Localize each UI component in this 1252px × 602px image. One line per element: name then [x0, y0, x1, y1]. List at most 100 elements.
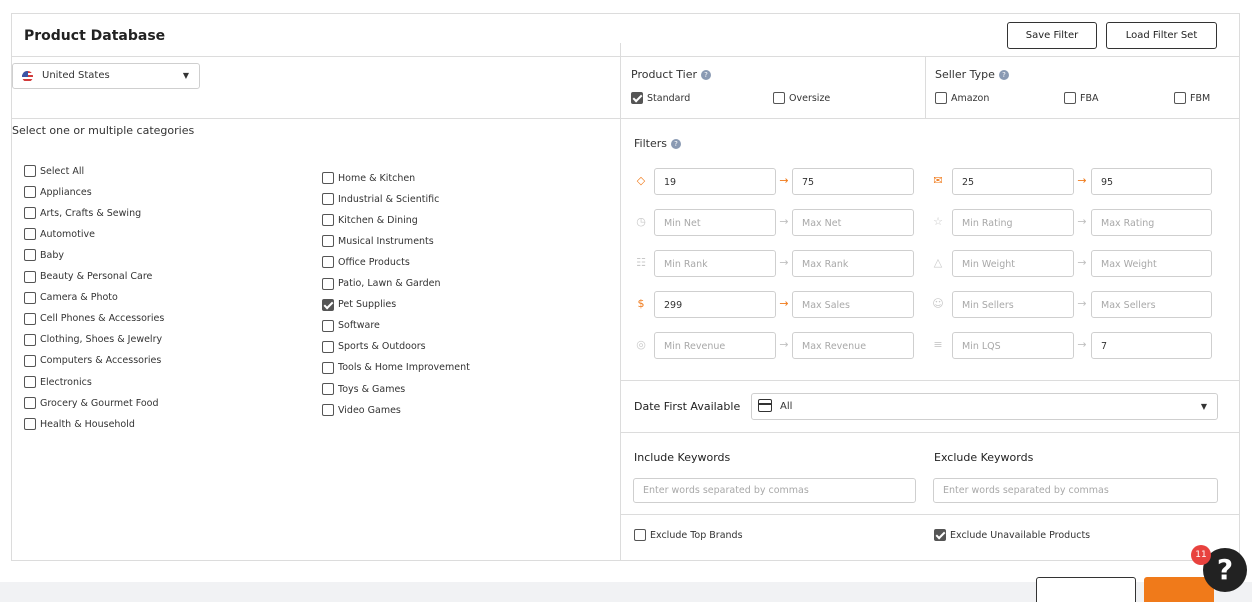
filter-min-input[interactable]: 299: [654, 291, 776, 318]
category-item[interactable]: Grocery & Gourmet Food: [24, 396, 158, 410]
filter-min-input[interactable]: 19: [654, 168, 776, 195]
filter-min-input[interactable]: Min Weight: [952, 250, 1074, 277]
checkbox[interactable]: [24, 418, 36, 431]
filter-max-input[interactable]: Max Net: [792, 209, 914, 236]
panel-header: Product Database Save Filter Load Filter…: [12, 14, 1239, 57]
checkbox[interactable]: [24, 397, 36, 410]
filter-min-input[interactable]: Min Sellers: [952, 291, 1074, 318]
help-icon[interactable]: ?: [670, 139, 681, 149]
checkbox[interactable]: [24, 186, 36, 199]
checkbox[interactable]: [24, 291, 36, 304]
checkbox[interactable]: [322, 298, 334, 311]
filter-max-input[interactable]: 75: [792, 168, 914, 195]
seller-amazon[interactable]: Amazon: [935, 91, 989, 105]
category-item[interactable]: Pet Supplies: [322, 298, 396, 312]
category-item[interactable]: Home & Kitchen: [322, 171, 415, 185]
checkbox[interactable]: [1174, 92, 1186, 104]
checkbox[interactable]: [634, 529, 646, 541]
category-item[interactable]: Kitchen & Dining: [322, 213, 418, 227]
checkbox-label: Musical Instruments: [338, 235, 434, 247]
category-item[interactable]: Video Games: [322, 403, 401, 417]
category-item[interactable]: Arts, Crafts & Sewing: [24, 206, 141, 220]
checkbox[interactable]: [322, 172, 334, 184]
checkbox[interactable]: [934, 529, 946, 541]
filter-min-input[interactable]: Min LQS: [952, 332, 1074, 359]
checkbox[interactable]: [773, 92, 785, 104]
checkbox[interactable]: [1064, 92, 1076, 104]
exclude-keywords-input[interactable]: [933, 478, 1218, 503]
checkbox[interactable]: [24, 376, 36, 388]
filter-max-input[interactable]: Max Revenue: [792, 332, 914, 359]
category-item[interactable]: Industrial & Scientific: [322, 192, 439, 206]
checkbox[interactable]: [24, 207, 36, 220]
divider-top: [12, 118, 1240, 119]
checkbox[interactable]: [24, 270, 36, 283]
seller-fbm[interactable]: FBM: [1174, 91, 1210, 105]
save-filter-button[interactable]: Save Filter: [1007, 22, 1097, 49]
checkbox[interactable]: [24, 354, 36, 367]
checkbox[interactable]: [322, 404, 334, 417]
category-item[interactable]: Tools & Home Improvement: [322, 361, 470, 375]
tier-oversize[interactable]: Oversize: [773, 91, 830, 105]
filter-max-input[interactable]: 7: [1091, 332, 1212, 359]
checkbox[interactable]: [24, 228, 36, 241]
date-first-available-select[interactable]: All ▼: [751, 393, 1218, 420]
category-item[interactable]: Appliances: [24, 185, 92, 199]
checkbox[interactable]: [24, 249, 36, 262]
category-item[interactable]: Health & Household: [24, 417, 135, 431]
checkbox[interactable]: [631, 92, 643, 104]
filter-max-input[interactable]: Max Weight: [1091, 250, 1212, 277]
filter-max-input[interactable]: Max Sales: [792, 291, 914, 318]
checkbox[interactable]: [24, 312, 36, 325]
checkbox[interactable]: [322, 214, 334, 227]
checkbox-label: Beauty & Personal Care: [40, 271, 153, 282]
checkbox[interactable]: [322, 340, 334, 353]
load-filter-set-button[interactable]: Load Filter Set: [1106, 22, 1217, 49]
category-item[interactable]: Clothing, Shoes & Jewelry: [24, 333, 162, 347]
filter-min-input[interactable]: Min Net: [654, 209, 776, 236]
category-item[interactable]: Computers & Accessories: [24, 354, 161, 368]
filter-max-input[interactable]: Max Rating: [1091, 209, 1212, 236]
category-item[interactable]: Camera & Photo: [24, 291, 118, 305]
filter-min-input[interactable]: Min Rating: [952, 209, 1074, 236]
category-item[interactable]: Select All: [24, 164, 84, 178]
checkbox[interactable]: [24, 333, 36, 346]
category-item[interactable]: Musical Instruments: [322, 234, 434, 248]
filter-max-input[interactable]: Max Sellers: [1091, 291, 1212, 318]
filter-min-input[interactable]: Min Revenue: [654, 332, 776, 359]
category-item[interactable]: Software: [322, 319, 380, 333]
category-item[interactable]: Electronics: [24, 375, 92, 389]
checkbox[interactable]: [322, 193, 334, 206]
seller-fba[interactable]: FBA: [1064, 91, 1098, 105]
country-label: United States: [42, 70, 110, 81]
filter-max-input[interactable]: Max Rank: [792, 250, 914, 277]
primary-action-button[interactable]: [1144, 577, 1214, 602]
checkbox[interactable]: [322, 319, 334, 332]
checkbox[interactable]: [322, 277, 334, 290]
checkbox[interactable]: [322, 383, 334, 395]
category-item[interactable]: Cell Phones & Accessories: [24, 312, 164, 326]
checkbox[interactable]: [322, 361, 334, 374]
checkbox[interactable]: [322, 235, 334, 248]
category-item[interactable]: Sports & Outdoors: [322, 340, 426, 354]
filter-max-input[interactable]: 95: [1091, 168, 1212, 195]
category-item[interactable]: Baby: [24, 248, 64, 262]
tier-standard[interactable]: Standard: [631, 91, 690, 105]
help-icon[interactable]: ?: [701, 70, 711, 80]
category-item[interactable]: Beauty & Personal Care: [24, 270, 152, 284]
checkbox[interactable]: [935, 92, 947, 104]
help-icon[interactable]: ?: [998, 70, 1009, 80]
checkbox[interactable]: [24, 165, 36, 177]
filter-min-input[interactable]: Min Rank: [654, 250, 776, 277]
category-item[interactable]: Automotive: [24, 227, 95, 241]
secondary-action-button[interactable]: [1036, 577, 1136, 602]
exclude-unavailable-products[interactable]: Exclude Unavailable Products: [934, 528, 1090, 542]
category-item[interactable]: Toys & Games: [322, 382, 405, 396]
filter-min-input[interactable]: 25: [952, 168, 1074, 195]
checkbox[interactable]: [322, 256, 334, 269]
category-item[interactable]: Patio, Lawn & Garden: [322, 277, 441, 291]
include-keywords-input[interactable]: [633, 478, 916, 503]
category-item[interactable]: Office Products: [322, 255, 410, 269]
exclude-top-brands[interactable]: Exclude Top Brands: [634, 528, 743, 542]
country-select[interactable]: United States ▼: [12, 63, 200, 89]
